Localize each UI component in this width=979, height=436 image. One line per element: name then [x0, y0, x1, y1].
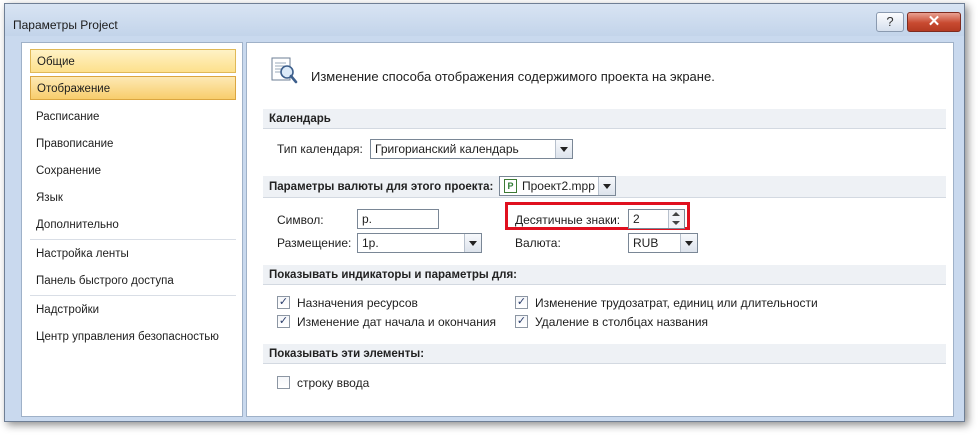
- chevron-down-icon[interactable]: [598, 177, 615, 195]
- currency-placement-value: 1р.: [362, 236, 379, 250]
- nav-item-customize-ribbon[interactable]: Настройка ленты: [30, 242, 236, 266]
- currency-symbol-label: Символ:: [277, 213, 324, 227]
- nav-item-general[interactable]: Общие: [30, 49, 236, 73]
- nav-item-language[interactable]: Язык: [30, 186, 236, 210]
- currency-placement-label: Размещение:: [277, 236, 352, 250]
- nav-item-save[interactable]: Сохранение: [30, 159, 236, 183]
- calendar-type-label: Тип календаря:: [277, 142, 363, 156]
- decimal-places-label: Десятичные знаки:: [515, 213, 621, 227]
- currency-value: RUB: [633, 236, 659, 250]
- nav-item-advanced[interactable]: Дополнительно: [30, 213, 236, 237]
- display-magnifier-icon: [271, 57, 298, 84]
- chevron-down-icon[interactable]: [672, 221, 680, 225]
- nav-item-quick-access-toolbar[interactable]: Панель быстрого доступа: [30, 269, 236, 293]
- calendar-type-value: Григорианский календарь: [375, 142, 519, 156]
- chevron-down-icon[interactable]: [680, 234, 697, 252]
- window-title: Параметры Project: [13, 18, 118, 32]
- nav-item-proofing[interactable]: Правописание: [30, 132, 236, 156]
- nav-item-add-ins[interactable]: Надстройки: [30, 298, 236, 322]
- nav-item-display[interactable]: Отображение: [30, 76, 236, 100]
- checkbox-label: Изменение трудозатрат, единиц или длител…: [535, 296, 818, 310]
- checkbox-label: строку ввода: [297, 376, 370, 390]
- project-file-icon: P: [504, 179, 517, 193]
- chevron-down-icon[interactable]: [464, 234, 481, 252]
- stepper-arrows[interactable]: [668, 210, 684, 228]
- options-dialog: Параметры Project ? ✕ Общие Отображение …: [4, 3, 965, 422]
- project-value: Проект2.mpp: [522, 179, 595, 193]
- section-header-show-elements: Показывать эти элементы:: [263, 344, 946, 364]
- decimal-places-stepper[interactable]: 2: [628, 209, 685, 229]
- section-header-indicators: Показывать индикаторы и параметры для:: [263, 265, 946, 285]
- title-bar[interactable]: Параметры Project ? ✕: [5, 4, 964, 36]
- dialog-body: Общие Отображение Расписание Правописани…: [21, 42, 954, 417]
- page-description: Изменение способа отображения содержимог…: [311, 69, 715, 84]
- nav-divider: [30, 239, 236, 240]
- close-button[interactable]: ✕: [907, 12, 961, 32]
- calendar-type-select[interactable]: Григорианский календарь: [370, 139, 573, 159]
- section-header-calendar: Календарь: [263, 109, 946, 129]
- decimal-places-value: 2: [633, 212, 640, 226]
- checkbox-label: Назначения ресурсов: [297, 296, 418, 310]
- checkbox-resource-assignments[interactable]: ✓: [277, 296, 290, 309]
- checkbox-deletion-in-name-columns[interactable]: ✓: [515, 315, 528, 328]
- checkbox-label: Изменение дат начала и окончания: [297, 315, 497, 329]
- options-content: Изменение способа отображения содержимог…: [246, 42, 954, 417]
- chevron-up-icon[interactable]: [672, 212, 680, 216]
- checkbox-entry-bar[interactable]: [277, 376, 290, 389]
- project-select[interactable]: P Проект2.mpp: [499, 176, 616, 196]
- options-nav: Общие Отображение Расписание Правописани…: [21, 42, 243, 417]
- nav-divider: [30, 295, 236, 296]
- currency-placement-select[interactable]: 1р.: [357, 233, 482, 253]
- checkbox-edits-to-work-units-duration[interactable]: ✓: [515, 296, 528, 309]
- nav-item-trust-center[interactable]: Центр управления безопасностью: [30, 325, 236, 349]
- chevron-down-icon[interactable]: [555, 140, 572, 158]
- currency-select[interactable]: RUB: [628, 233, 698, 253]
- nav-item-schedule[interactable]: Расписание: [30, 105, 236, 129]
- checkbox-edits-to-dates[interactable]: ✓: [277, 315, 290, 328]
- currency-label: Валюта:: [515, 236, 561, 250]
- checkbox-label: Удаление в столбцах названия: [535, 315, 709, 329]
- currency-symbol-input[interactable]: р.: [357, 209, 439, 229]
- help-button[interactable]: ?: [876, 12, 904, 32]
